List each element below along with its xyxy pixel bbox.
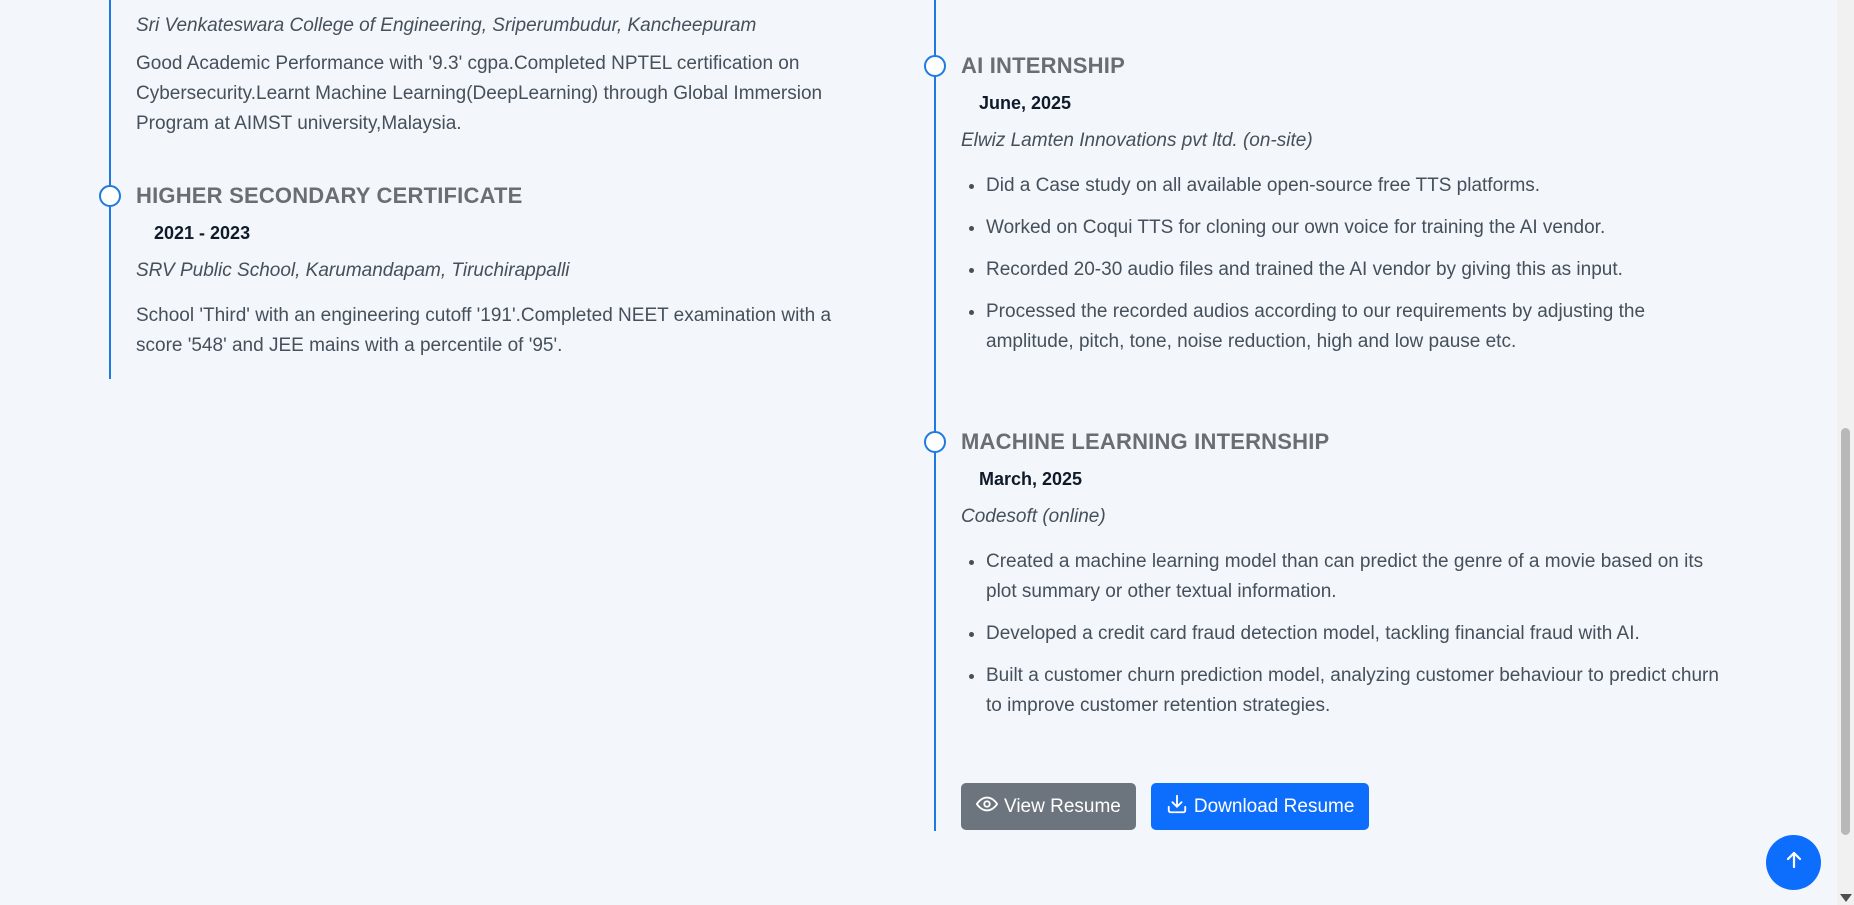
list-item: Did a Case study on all available open-s… (986, 171, 1721, 201)
resume-page: Sri Venkateswara College of Engineering,… (0, 0, 1854, 905)
arrow-up-icon (1782, 848, 1806, 877)
experience-timeline: AI INTERNSHIP June, 2025 Elwiz Lamten In… (924, 0, 1734, 831)
ml-internship-org: Codesoft (online) (961, 506, 1106, 527)
resume-buttons: View Resume Download Resume (961, 783, 1370, 830)
timeline-item-ml-internship: MACHINE LEARNING INTERNSHIP March, 2025 … (924, 429, 1734, 733)
hsc-title: HIGHER SECONDARY CERTIFICATE (136, 183, 523, 208)
download-resume-label: Download Resume (1193, 795, 1355, 817)
list-item: Recorded 20-30 audio files and trained t… (986, 255, 1721, 285)
scrollbar[interactable] (1837, 0, 1854, 905)
view-resume-label: View Resume (1004, 795, 1121, 817)
hsc-dates: 2021 - 2023 (154, 223, 251, 243)
ai-internship-dates: June, 2025 (979, 93, 1072, 113)
list-item: Created a machine learning model than ca… (986, 547, 1721, 607)
list-item: Processed the recorded audios according … (986, 297, 1721, 357)
timeline-dot (924, 55, 946, 77)
list-item: Built a customer churn prediction model,… (986, 661, 1721, 721)
download-resume-button[interactable]: Download Resume (1150, 783, 1370, 830)
ml-internship-dates: March, 2025 (979, 469, 1083, 489)
timeline-dot (99, 185, 121, 207)
education-description: Good Academic Performance with '9.3' cgp… (136, 53, 823, 134)
education-institution: Sri Venkateswara College of Engineering,… (136, 15, 757, 36)
scroll-down-arrow-icon[interactable] (1840, 894, 1852, 902)
list-item: Developed a credit card fraud detection … (986, 619, 1721, 649)
ai-internship-title: AI INTERNSHIP (961, 53, 1125, 78)
view-resume-button[interactable]: View Resume (961, 783, 1136, 830)
timeline-item-hsc: HIGHER SECONDARY CERTIFICATE 2021 - 2023… (99, 183, 889, 361)
list-item: Worked on Coqui TTS for cloning our own … (986, 213, 1721, 243)
ml-internship-title: MACHINE LEARNING INTERNSHIP (961, 429, 1330, 454)
eye-icon (976, 793, 998, 821)
scrollbar-thumb[interactable] (1841, 428, 1850, 835)
timeline-item-ai-internship: AI INTERNSHIP June, 2025 Elwiz Lamten In… (924, 53, 1734, 369)
hsc-institution: SRV Public School, Karumandapam, Tiruchi… (136, 260, 570, 281)
timeline-dot (924, 431, 946, 453)
download-icon (1166, 793, 1188, 821)
education-timeline: Sri Venkateswara College of Engineering,… (99, 0, 889, 379)
ml-internship-bullets: Created a machine learning model than ca… (961, 547, 1721, 721)
ai-internship-bullets: Did a Case study on all available open-s… (961, 171, 1721, 357)
ai-internship-org: Elwiz Lamten Innovations pvt ltd. (on-si… (961, 130, 1313, 151)
scroll-top-button[interactable] (1766, 835, 1821, 890)
hsc-description: School 'Third' with an engineering cutof… (136, 305, 832, 356)
